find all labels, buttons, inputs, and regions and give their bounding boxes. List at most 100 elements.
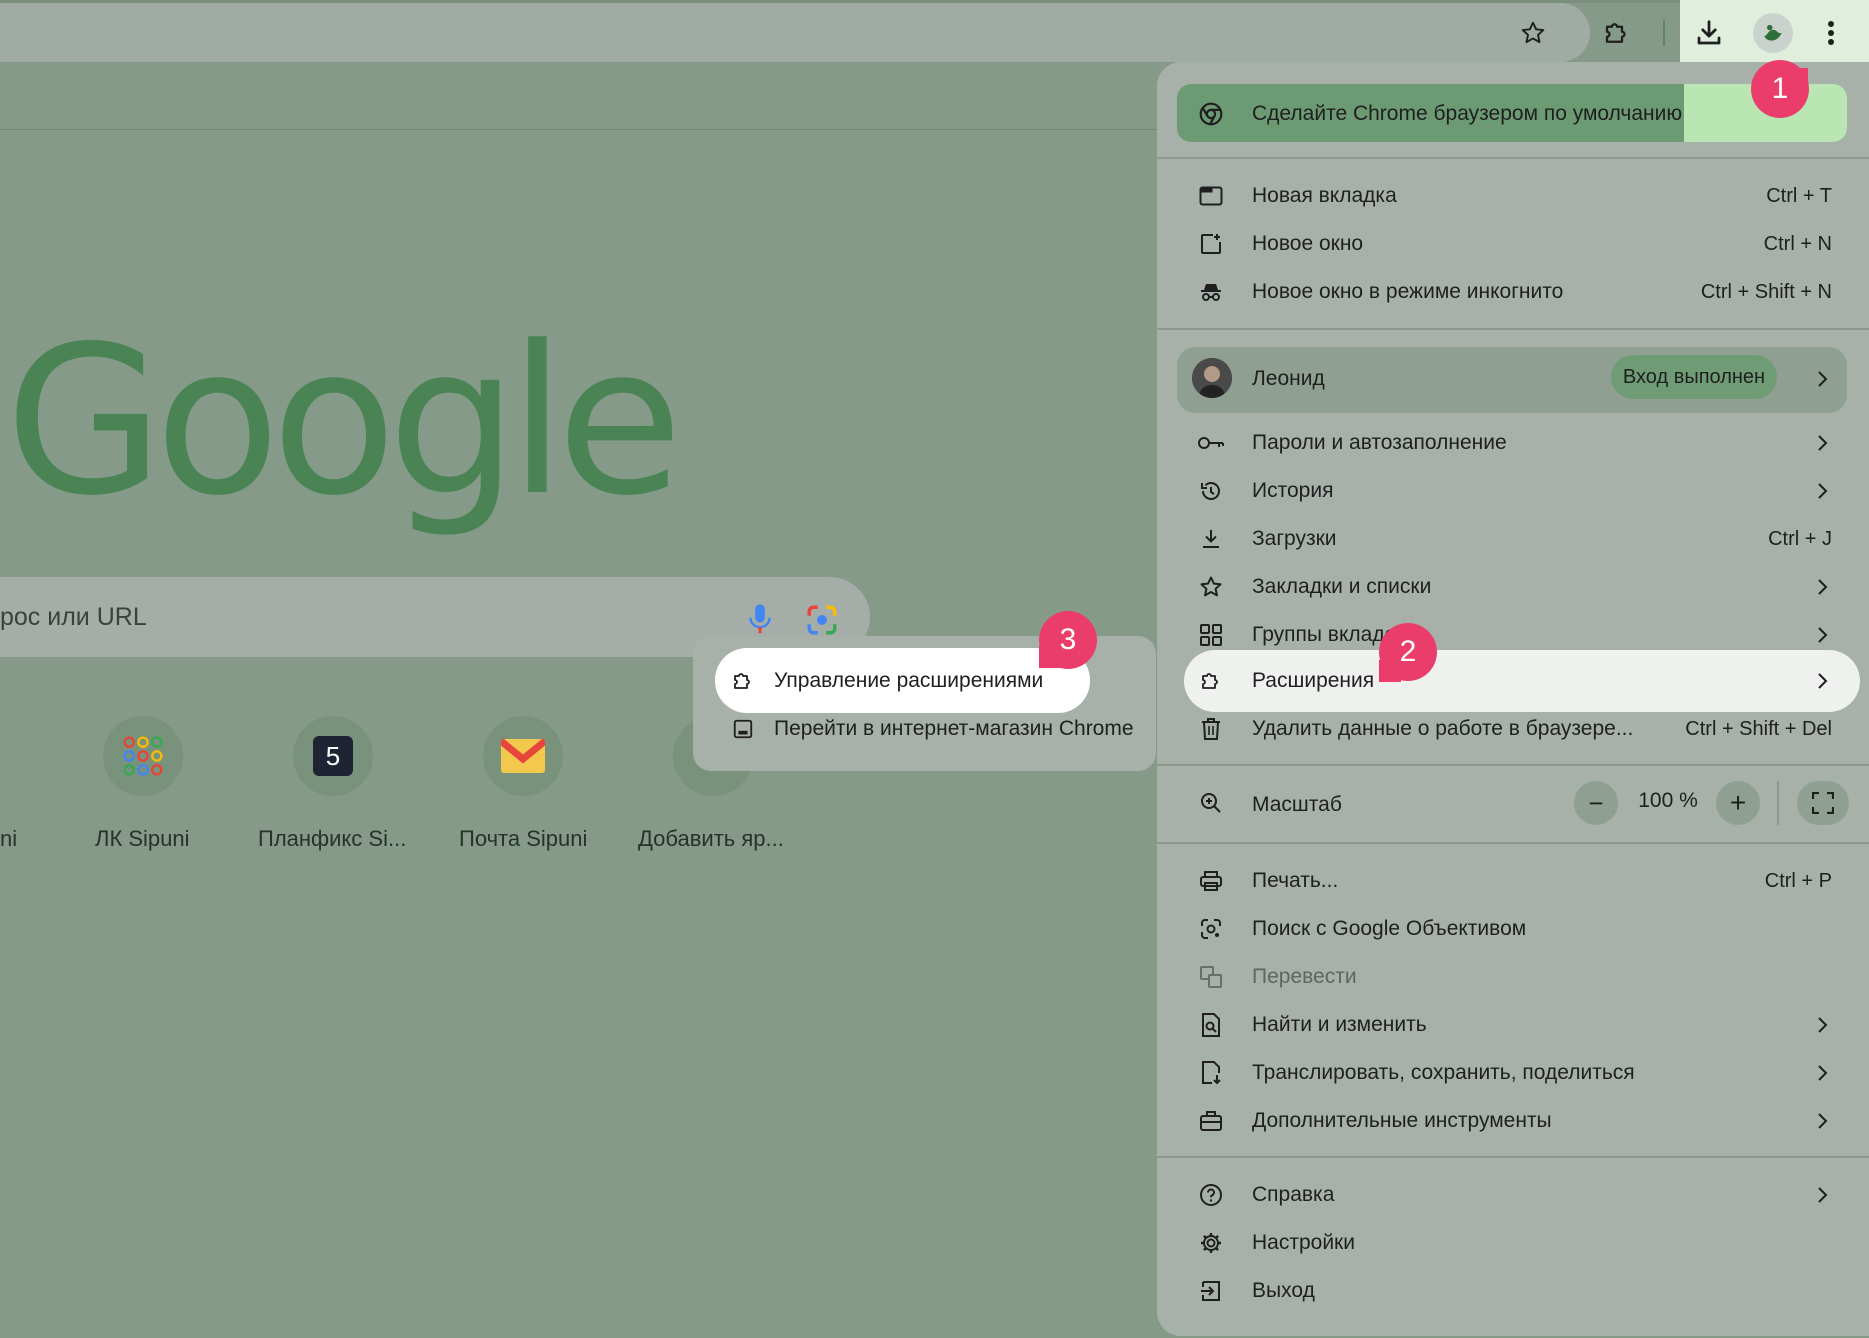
downloads-button[interactable] [1688,10,1730,56]
menu-item-bookmarks[interactable]: Закладки и списки [1252,572,1431,602]
google-lens-icon[interactable] [805,603,839,637]
address-bar[interactable] [0,3,1590,62]
google-logo: Google [5,303,683,541]
shortcut-new-tab: Ctrl + T [1766,185,1832,207]
fullscreen-button[interactable] [1797,781,1849,825]
shortcut-planfix[interactable]: 5 [293,716,373,796]
gear-icon [1196,1228,1226,1258]
menu-item-history[interactable]: История [1252,476,1333,506]
menu-item-lens[interactable]: Поиск с Google Объективом [1252,914,1526,944]
tab-groups-icon [1196,620,1226,650]
chevron-right-icon [1810,572,1834,602]
shortcut-clear-data: Ctrl + Shift + Del [1685,718,1832,740]
profile-photo [1192,358,1232,398]
menu-item-more-tools[interactable]: Дополнительные инструменты [1252,1106,1552,1136]
menu-item-tab-groups[interactable]: Группы вкладо [1252,620,1396,650]
profile-avatar-button[interactable] [1753,13,1793,53]
menu-item-exit[interactable]: Выход [1252,1276,1315,1306]
chevron-right-icon [1810,1010,1834,1040]
find-icon [1196,1010,1226,1040]
bookmark-star-button[interactable] [1510,10,1556,56]
shortcut-label[interactable]: Добавить яр... [638,826,784,852]
voice-search-icon[interactable] [745,602,775,638]
three-dots-vertical-icon [1828,21,1834,45]
puzzle-icon [728,666,758,696]
toolbar-separator [1663,20,1665,46]
menu-item-help[interactable]: Справка [1252,1180,1334,1210]
menu-divider [1157,842,1869,844]
web-store-icon [728,714,758,744]
puzzle-icon [1196,666,1226,696]
manage-extensions-item[interactable]: Управление расширениями [774,666,1043,696]
menu-item-downloads[interactable]: Загрузки [1252,524,1337,554]
menu-divider [1157,764,1869,766]
menu-item-extensions[interactable]: Расширения [1252,666,1374,696]
chevron-right-icon [1810,1058,1834,1088]
shortcut-mail[interactable] [483,716,563,796]
zoom-out-button[interactable]: − [1574,781,1618,825]
chevron-right-icon [1810,1106,1834,1136]
new-tab-icon [1196,181,1226,211]
shortcut-label[interactable]: Почта Sipuni [459,826,587,852]
shortcut-new-window: Ctrl + N [1763,233,1832,255]
menu-item-find[interactable]: Найти и изменить [1252,1010,1427,1040]
menu-item-settings[interactable]: Настройки [1252,1228,1355,1258]
profile-name: Леонид [1252,367,1325,390]
shortcut-incognito: Ctrl + Shift + N [1700,281,1832,303]
menu-item-passwords[interactable]: Пароли и автозаполнение [1252,428,1507,458]
menu-divider [1157,1156,1869,1158]
chevron-right-icon [1810,620,1834,650]
download-icon [1196,524,1226,554]
new-window-icon [1196,229,1226,259]
menu-item-clear-data[interactable]: Удалить данные о работе в браузере... [1252,714,1633,744]
signed-in-badge: Вход выполнен [1611,355,1777,399]
trash-icon [1196,714,1226,744]
help-icon [1196,1180,1226,1210]
zoom-level: 100 % [1638,789,1698,812]
history-icon [1196,476,1226,506]
menu-item-new-window[interactable]: Новое окно [1252,229,1363,259]
key-icon [1196,428,1226,458]
plus-icon: + [1729,787,1747,818]
puzzle-icon [1605,23,1626,43]
chrome-menu-button[interactable] [1811,10,1851,56]
menu-item-cast[interactable]: Транслировать, сохранить, поделиться [1252,1058,1635,1088]
chevron-right-icon [1810,666,1834,696]
printer-icon [1196,866,1226,896]
minus-icon: − [1588,788,1604,818]
fullscreen-icon [1812,792,1834,814]
menu-item-incognito[interactable]: Новое окно в режиме инкогнито [1252,277,1563,307]
toolbox-icon [1196,1106,1226,1136]
callout-3: 3 [1039,611,1097,669]
menu-divider [1157,328,1869,330]
zoom-icon [1196,788,1226,818]
chrome-logo-icon [1196,99,1226,129]
star-icon [1196,572,1226,602]
shortcut-lk-sipuni[interactable] [103,716,183,796]
star-icon [1521,21,1545,44]
promo-label: Сделайте Chrome браузером по умолчанию [1252,102,1683,125]
menu-item-print[interactable]: Печать... [1252,866,1338,896]
shortcut-label[interactable]: ЛК Sipuni [95,826,190,852]
shortcut-print: Ctrl + P [1764,870,1832,892]
planfix-icon: 5 [313,736,353,776]
shortcut-label[interactable]: ni [0,826,17,852]
zoom-in-button[interactable]: + [1716,781,1760,825]
chrome-web-store-item[interactable]: Перейти в интернет-магазин Chrome [774,714,1134,744]
exit-icon [1196,1276,1226,1306]
menu-item-new-tab[interactable]: Новая вкладка [1252,181,1397,211]
shortcut-label[interactable]: Планфикс Si... [258,826,406,852]
search-placeholder: рос или URL [0,603,147,631]
cast-save-share-icon [1196,1058,1226,1088]
profile-picture-icon [1764,24,1782,41]
extensions-button[interactable] [1594,10,1640,56]
menu-item-translate: Перевести [1252,965,1357,988]
chevron-right-icon [1810,476,1834,506]
shortcut-downloads: Ctrl + J [1768,528,1832,550]
menu-item-zoom: Масштаб [1252,793,1342,816]
zoom-separator [1777,781,1779,825]
google-lens-icon [1196,914,1226,944]
callout-1: 1 [1751,60,1809,118]
chevron-right-icon [1810,1180,1834,1210]
translate-icon [1196,962,1226,992]
